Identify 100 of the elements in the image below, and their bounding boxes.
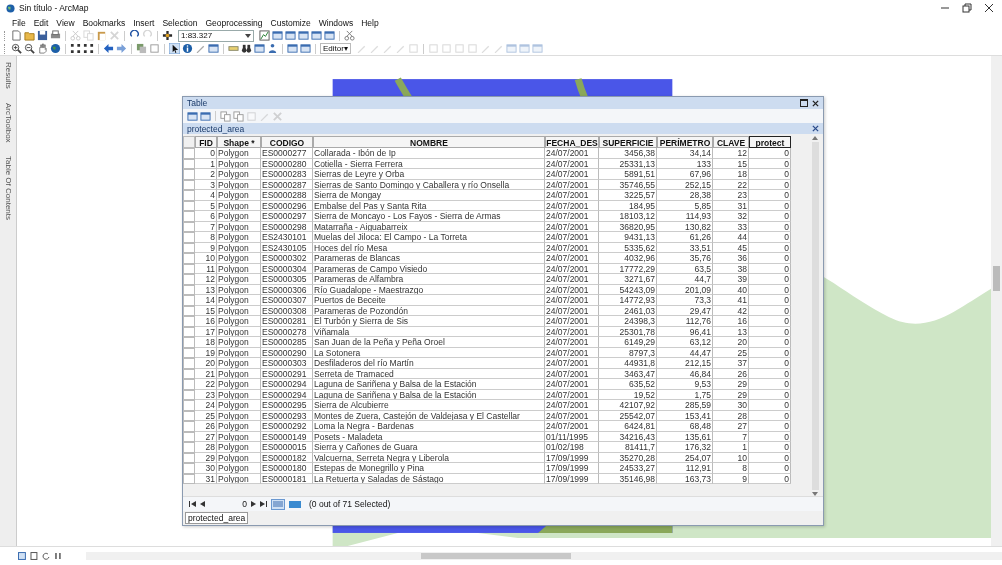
last-record-icon[interactable] [260,501,267,507]
row-selector[interactable] [183,253,195,264]
pencil-icon[interactable] [368,43,380,54]
close-icon[interactable] [812,99,819,107]
row-selector[interactable] [183,389,195,400]
binoculars-icon[interactable] [241,43,252,54]
pencil-icon[interactable] [479,43,491,54]
window-icon[interactable] [200,110,211,122]
column-header[interactable]: NOMBRE [313,136,545,148]
menu-item[interactable]: Bookmarks [82,17,126,28]
window-icon[interactable] [298,30,309,41]
row-selector[interactable] [183,473,195,484]
row-selector[interactable] [183,442,195,453]
window-icon[interactable] [300,43,311,54]
column-header[interactable]: PERÍMETRO [657,136,713,148]
pointer-icon[interactable] [169,43,180,54]
grid-icon[interactable] [70,43,81,54]
menu-item[interactable]: Edit [33,17,49,28]
square-icon[interactable] [440,43,452,54]
row-selector[interactable] [183,179,195,190]
scrollbar[interactable] [85,552,1002,560]
square-icon[interactable] [407,43,419,54]
row-selector[interactable] [183,232,195,243]
scrollbar[interactable] [810,136,820,496]
window-icon[interactable] [187,110,198,122]
row-selector[interactable] [183,400,195,411]
row-selector[interactable] [183,421,195,432]
menu-item[interactable]: Insert [133,17,155,28]
scale-dropdown[interactable]: 1:83.327 [178,29,254,42]
pause-icon[interactable] [53,552,62,560]
previous-record-icon[interactable] [200,501,205,507]
page-icon[interactable] [29,552,38,560]
scroll-up-icon[interactable] [812,136,818,140]
menu-item[interactable]: View [56,17,75,28]
square-icon[interactable] [466,43,478,54]
menu-item[interactable]: Geoprocessing [205,17,263,28]
pencil-icon[interactable] [355,43,367,54]
row-selector[interactable] [183,211,195,222]
row-selector[interactable] [183,337,195,348]
row-selector[interactable] [183,431,195,442]
row-selector[interactable] [183,284,195,295]
row-selector[interactable] [183,242,195,253]
row-selector[interactable] [183,169,195,180]
caret-icon[interactable] [245,33,251,38]
row-selector[interactable] [183,410,195,421]
layout-view-icon[interactable] [18,552,26,560]
selected-view-icon[interactable] [289,499,301,509]
side-tab[interactable]: Table Of Contents [3,154,13,223]
record-field[interactable]: 0 [209,499,247,509]
close-icon[interactable] [984,3,994,13]
scissors-icon[interactable] [344,30,355,41]
chart-icon[interactable] [259,30,270,41]
window-icon[interactable] [324,30,335,41]
window-icon[interactable] [311,30,322,41]
refresh-icon[interactable] [41,552,50,560]
column-header[interactable]: FECHA_DES [545,136,599,148]
menu-item[interactable]: File [12,17,26,28]
column-header[interactable]: Shape * [217,136,261,148]
row-selector[interactable] [183,263,195,274]
plus-icon[interactable] [162,30,173,41]
square-icon[interactable] [427,43,439,54]
editor-menu[interactable]: Editor▾ [320,43,351,54]
zoom-out-icon[interactable] [24,43,35,54]
printer-icon[interactable] [50,30,61,41]
row-selector[interactable] [183,148,195,159]
zoom-in-icon[interactable] [11,43,22,54]
info-icon[interactable] [182,43,193,54]
person-icon[interactable] [267,43,278,54]
square-icon[interactable] [453,43,465,54]
menu-item[interactable]: Selection [162,17,198,28]
hand-icon[interactable] [37,43,48,54]
row-selector[interactable] [183,200,195,211]
pencil-icon[interactable] [492,43,504,54]
layers-icon[interactable] [136,43,147,54]
window-icon[interactable] [272,30,283,41]
column-header[interactable]: FID [195,136,217,148]
left-arrow-icon[interactable] [103,43,114,54]
menu-item[interactable]: Windows [318,17,354,28]
side-tab[interactable]: ArcToolbox [3,100,13,145]
row-selector[interactable] [183,158,195,169]
row-selector[interactable] [183,368,195,379]
next-record-icon[interactable] [251,501,256,507]
row-selector[interactable] [183,190,195,201]
window-icon[interactable] [285,30,296,41]
restore-icon[interactable] [962,3,972,13]
clipboard-icon[interactable] [96,30,107,41]
menu-item[interactable]: Customize [270,17,311,28]
row-selector[interactable] [183,326,195,337]
row-selector[interactable] [183,316,195,327]
row-selector[interactable] [183,305,195,316]
globe-icon[interactable] [50,43,61,54]
window-icon[interactable] [287,43,298,54]
column-header[interactable]: CLAVE [713,136,749,148]
row-selector[interactable] [183,358,195,369]
column-header[interactable]: CODIGO [261,136,313,148]
pencil-icon[interactable] [394,43,406,54]
row-selector[interactable] [183,347,195,358]
row-selector[interactable] [183,221,195,232]
menu-item[interactable]: Help [361,17,379,28]
copy-icon[interactable] [220,110,231,122]
